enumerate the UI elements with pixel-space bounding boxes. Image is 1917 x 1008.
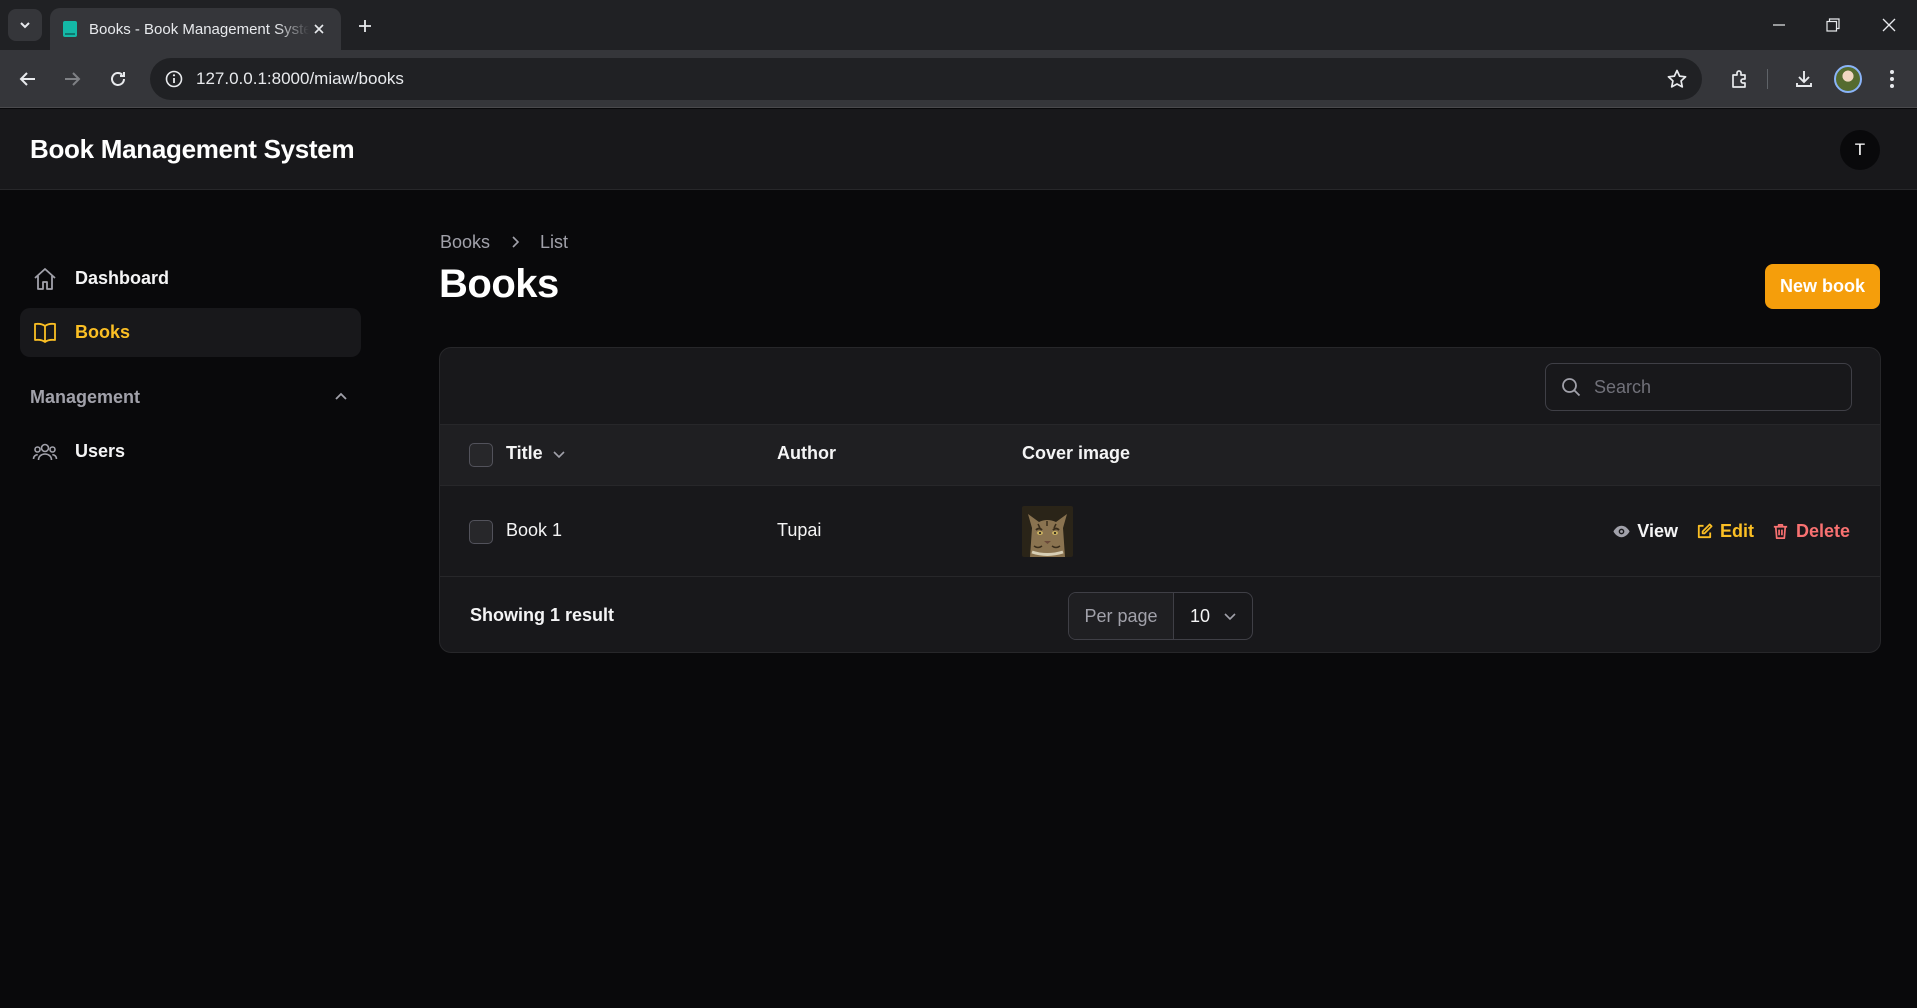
sidebar-item-label: Books: [75, 322, 131, 342]
edit-label: Edit: [1719, 520, 1754, 541]
chevron-right-icon: [512, 236, 520, 248]
restore-icon[interactable]: [1805, 0, 1861, 50]
per-page-dropdown[interactable]: 10: [1174, 593, 1252, 639]
user-avatar[interactable]: T: [1840, 130, 1880, 170]
column-title-header[interactable]: Title: [506, 443, 567, 464]
per-page-select[interactable]: Per page 10: [1068, 592, 1253, 640]
users-icon: [32, 443, 58, 460]
address-bar[interactable]: 127.0.0.1:8000/miaw/books: [150, 58, 1702, 100]
reload-icon[interactable]: [103, 64, 133, 94]
close-tab-icon[interactable]: [309, 19, 329, 39]
table-header-row: Title Author Cover image: [440, 425, 1880, 486]
pencil-square-icon: [1697, 523, 1713, 538]
book-open-icon: [34, 322, 56, 343]
menu-kebab-icon[interactable]: [1877, 64, 1907, 94]
books-table-card: Title Author Cover image Book 1 Tupai: [439, 347, 1881, 653]
delete-action[interactable]: Delete: [1771, 521, 1850, 542]
cover-image-cat: [1022, 506, 1073, 557]
per-page-label: Per page: [1069, 593, 1174, 639]
extensions-icon[interactable]: [1725, 64, 1755, 94]
select-all-checkbox[interactable]: [469, 443, 493, 467]
chevron-down-icon: [1224, 613, 1236, 621]
per-page-value: 10: [1190, 605, 1211, 626]
breadcrumb-books[interactable]: Books: [440, 232, 490, 253]
edit-action[interactable]: Edit: [1695, 521, 1754, 542]
back-icon[interactable]: [13, 64, 43, 94]
toolbar-divider: [1767, 69, 1768, 89]
page-title: Books: [439, 262, 559, 306]
browser-toolbar: 127.0.0.1:8000/miaw/books: [0, 50, 1917, 108]
chevron-down-icon: [20, 22, 30, 29]
row-actions: View Edit Delete: [1612, 486, 1850, 576]
sidebar: Dashboard Books Management Users: [0, 190, 380, 1008]
eye-icon: [1613, 525, 1630, 537]
app-header: Book Management System T: [0, 109, 1917, 190]
profile-avatar[interactable]: [1834, 65, 1862, 93]
site-info-icon[interactable]: [162, 67, 186, 91]
sidebar-item-label: Dashboard: [75, 268, 170, 288]
forward-icon[interactable]: [57, 64, 87, 94]
table-toolbar: [440, 348, 1880, 425]
breadcrumb: Books List: [440, 230, 568, 254]
cell-title: Book 1: [506, 520, 563, 540]
sidebar-item-label: Users: [75, 441, 126, 461]
new-tab-icon[interactable]: [352, 13, 378, 39]
sidebar-group-label: Management: [30, 386, 141, 407]
view-label: View: [1637, 520, 1678, 541]
table-footer: Showing 1 result Per page 10: [440, 577, 1880, 652]
delete-label: Delete: [1795, 520, 1850, 541]
brand-title[interactable]: Book Management System: [30, 109, 355, 189]
download-icon[interactable]: [1789, 64, 1819, 94]
breadcrumb-list: List: [540, 231, 569, 252]
column-title-label: Title: [506, 443, 543, 463]
chevron-up-icon[interactable]: [332, 388, 350, 406]
view-action[interactable]: View: [1612, 521, 1678, 542]
bookmark-star-icon[interactable]: [1666, 68, 1688, 90]
browser-tabstrip: Books - Book Management System: [0, 0, 1917, 50]
search-icon: [1562, 378, 1581, 397]
column-author-header: Author: [777, 443, 836, 463]
book-favicon-icon: [63, 21, 77, 37]
close-window-icon[interactable]: [1861, 0, 1917, 50]
search-field[interactable]: [1545, 363, 1852, 411]
results-count: Showing 1 result: [470, 605, 615, 625]
trash-icon: [1773, 523, 1788, 539]
search-input[interactable]: [1594, 376, 1834, 398]
table-row[interactable]: Book 1 Tupai View Edit Delete: [440, 486, 1880, 577]
sort-chevron-down-icon[interactable]: [551, 446, 567, 462]
url-text: 127.0.0.1:8000/miaw/books: [196, 69, 404, 88]
sidebar-item-dashboard[interactable]: Dashboard: [20, 254, 361, 303]
home-icon: [34, 267, 56, 290]
sidebar-item-users[interactable]: Users: [20, 427, 361, 476]
column-cover-header: Cover image: [1022, 443, 1131, 463]
tab-search-button[interactable]: [8, 9, 42, 41]
minimize-icon[interactable]: [1751, 0, 1807, 50]
tab-title: Books - Book Management System: [89, 20, 309, 38]
cell-author: Tupai: [777, 520, 822, 540]
browser-tab[interactable]: Books - Book Management System: [50, 8, 341, 50]
new-book-button[interactable]: New book: [1765, 264, 1880, 309]
row-checkbox[interactable]: [469, 520, 493, 544]
sidebar-group-management[interactable]: Management: [30, 382, 350, 412]
sidebar-item-books[interactable]: Books: [20, 308, 361, 357]
